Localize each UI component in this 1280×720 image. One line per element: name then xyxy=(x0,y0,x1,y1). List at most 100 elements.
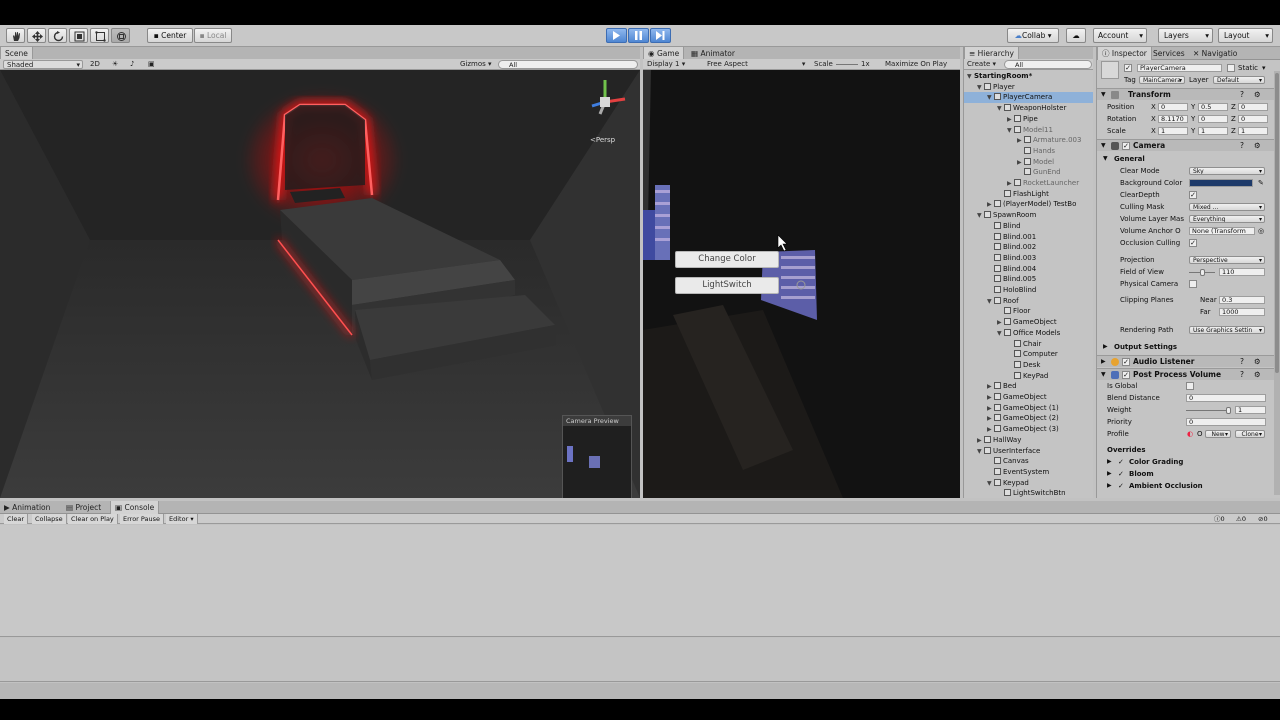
maximize-on-play-toggle[interactable]: Maximize On Play xyxy=(885,59,947,70)
expand-arrow-icon[interactable]: ▶ xyxy=(1107,480,1112,492)
help-icon[interactable]: ? xyxy=(1240,89,1244,101)
object-active-checkbox[interactable]: ✓ xyxy=(1124,64,1132,72)
hierarchy-item[interactable]: LightSwitchBtn xyxy=(964,488,1066,498)
gizmos-dropdown[interactable]: Gizmos ▾ xyxy=(460,59,492,70)
eyedropper-icon[interactable]: ✎ xyxy=(1258,177,1264,189)
object-name-field[interactable]: PlayerCamera xyxy=(1137,64,1222,72)
hierarchy-item[interactable]: ▼ UserInterface xyxy=(964,446,1040,457)
scale-x-field[interactable]: 1 xyxy=(1158,127,1188,135)
hierarchy-item[interactable]: ▶ Armature.003 xyxy=(964,135,1081,146)
warning-count[interactable]: ⚠0 xyxy=(1236,514,1246,524)
hierarchy-item[interactable]: Blind xyxy=(964,221,1021,232)
tab-console[interactable]: ▣ Console xyxy=(110,501,160,514)
hierarchy-item[interactable]: Blind.001 xyxy=(964,232,1036,243)
output-settings-foldout[interactable]: ▶ Output Settings xyxy=(1097,341,1280,353)
hierarchy-item[interactable]: Blind.005 xyxy=(964,274,1036,285)
physical-camera-checkbox[interactable] xyxy=(1189,280,1197,288)
layout-dropdown[interactable]: Layout ▾ xyxy=(1218,28,1273,43)
priority-field[interactable]: 0 xyxy=(1186,418,1266,426)
game-viewport[interactable]: Change Color LightSwitch xyxy=(643,70,960,498)
hierarchy-item[interactable]: ▼ Office Models xyxy=(964,328,1060,339)
audio-toggle-icon[interactable]: ♪ xyxy=(130,59,134,70)
display-dropdown[interactable]: Display 1 ▾ xyxy=(647,59,685,70)
transform-component-header[interactable]: ▼ Transform ? ⚙ xyxy=(1097,88,1280,100)
hierarchy-item[interactable]: ▶ GameObject (1) xyxy=(964,403,1059,414)
volume-anchor-field[interactable]: None (Transform xyxy=(1189,227,1255,235)
position-y-field[interactable]: 0.5 xyxy=(1198,103,1228,111)
hierarchy-item[interactable]: FlashLight xyxy=(964,189,1049,200)
layer-dropdown[interactable]: Default xyxy=(1213,76,1265,84)
settings-icon[interactable]: ⚙ xyxy=(1254,356,1261,368)
log-count[interactable]: ⓘ0 xyxy=(1214,514,1225,524)
scale-z-field[interactable]: 1 xyxy=(1238,127,1268,135)
override-enabled-checkbox[interactable]: ✓ xyxy=(1118,480,1124,492)
change-color-button[interactable]: Change Color xyxy=(675,251,779,268)
tab-navigation[interactable]: ✕ Navigatio xyxy=(1189,47,1241,60)
hierarchy-item[interactable]: ▶ Model xyxy=(964,157,1054,168)
override-item[interactable]: ▶ ✓ Ambient Occlusion xyxy=(1097,480,1280,492)
pause-button[interactable] xyxy=(628,28,649,43)
shading-mode-dropdown[interactable]: Shaded ▾ xyxy=(3,60,83,69)
hierarchy-item[interactable]: ▼ Player xyxy=(964,82,1015,93)
post-process-volume-header[interactable]: ▼ ✓ Post Process Volume ? ⚙ xyxy=(1097,368,1280,380)
console-collapse-button[interactable]: Collapse xyxy=(32,514,67,524)
pivot-center-button[interactable]: ▪ Center xyxy=(147,28,193,43)
hierarchy-item[interactable]: ▼ Keypad xyxy=(964,478,1029,489)
error-count[interactable]: ⊘0 xyxy=(1258,514,1268,524)
background-color-swatch[interactable] xyxy=(1189,179,1253,187)
rect-tool-button[interactable] xyxy=(90,28,109,43)
inspector-scrollbar[interactable] xyxy=(1274,71,1280,495)
hierarchy-item[interactable]: EventSystem xyxy=(964,467,1049,478)
console-clear-on-play-button[interactable]: Clear on Play xyxy=(68,514,118,524)
tag-dropdown[interactable]: MainCamera xyxy=(1139,76,1185,84)
scene-search-input[interactable]: All xyxy=(498,60,638,69)
hierarchy-search-input[interactable]: All xyxy=(1004,60,1092,69)
override-enabled-checkbox[interactable]: ✓ xyxy=(1118,456,1124,468)
scene-viewport[interactable]: <Persp Camera Preview xyxy=(0,70,640,498)
hierarchy-item[interactable]: Desk xyxy=(964,360,1040,371)
rotation-y-field[interactable]: 0 xyxy=(1198,115,1228,123)
console-detail-area[interactable] xyxy=(0,638,1280,682)
lighting-toggle-icon[interactable]: ☀ xyxy=(112,59,118,70)
play-button[interactable] xyxy=(606,28,627,43)
rotate-tool-button[interactable] xyxy=(48,28,67,43)
effects-toggle-icon[interactable]: ▣ xyxy=(148,59,155,70)
2d-toggle[interactable]: 2D xyxy=(90,59,100,70)
hierarchy-item[interactable]: Computer xyxy=(964,349,1058,360)
hierarchy-item[interactable]: Blind.003 xyxy=(964,253,1036,264)
object-picker-icon[interactable]: ◎ xyxy=(1258,225,1264,237)
hierarchy-item[interactable]: ▶ Pipe xyxy=(964,114,1038,125)
far-field[interactable]: 1000 xyxy=(1219,308,1265,316)
help-icon[interactable]: ? xyxy=(1240,140,1244,152)
hierarchy-item[interactable]: HoloBlind xyxy=(964,285,1036,296)
override-item[interactable]: ▶ ✓ Bloom xyxy=(1097,468,1280,480)
tab-services[interactable]: Services xyxy=(1149,47,1189,60)
hierarchy-item[interactable]: Floor xyxy=(964,306,1030,317)
persp-label[interactable]: <Persp xyxy=(590,136,615,144)
hierarchy-item[interactable]: GunEnd xyxy=(964,167,1061,178)
settings-icon[interactable]: ⚙ xyxy=(1254,140,1261,152)
console-clear-button[interactable]: Clear xyxy=(4,514,28,524)
scale-slider[interactable] xyxy=(836,64,858,65)
fov-slider-thumb[interactable] xyxy=(1200,269,1206,276)
cloud-services-button[interactable]: ☁ xyxy=(1066,28,1086,43)
position-z-field[interactable]: 0 xyxy=(1238,103,1268,111)
near-field[interactable]: 0.3 xyxy=(1219,296,1265,304)
weight-slider-track[interactable] xyxy=(1186,410,1231,411)
hierarchy-item[interactable]: Hands xyxy=(964,146,1055,157)
override-item[interactable]: ▶ ✓ Color Grading xyxy=(1097,456,1280,468)
hierarchy-item[interactable]: ▶ GameObject (3) xyxy=(964,424,1059,435)
light-switch-button[interactable]: LightSwitch xyxy=(675,277,779,294)
culling-mask-dropdown[interactable]: Mixed ... xyxy=(1189,203,1265,211)
create-dropdown[interactable]: Create ▾ xyxy=(967,59,996,70)
weight-slider-thumb[interactable] xyxy=(1225,407,1231,414)
expand-arrow-icon[interactable]: ▶ xyxy=(1107,456,1112,468)
position-x-field[interactable]: 0 xyxy=(1158,103,1188,111)
hierarchy-item[interactable]: ▶ Bed xyxy=(964,381,1017,392)
tab-project[interactable]: ▤ Project xyxy=(62,501,105,514)
hierarchy-item[interactable]: ▼ Roof xyxy=(964,296,1019,307)
hierarchy-item[interactable]: KeyPad xyxy=(964,371,1048,382)
camera-enabled-checkbox[interactable]: ✓ xyxy=(1122,142,1130,150)
pivot-local-button[interactable]: ▪ Local xyxy=(194,28,232,43)
settings-icon[interactable]: ⚙ xyxy=(1254,89,1261,101)
